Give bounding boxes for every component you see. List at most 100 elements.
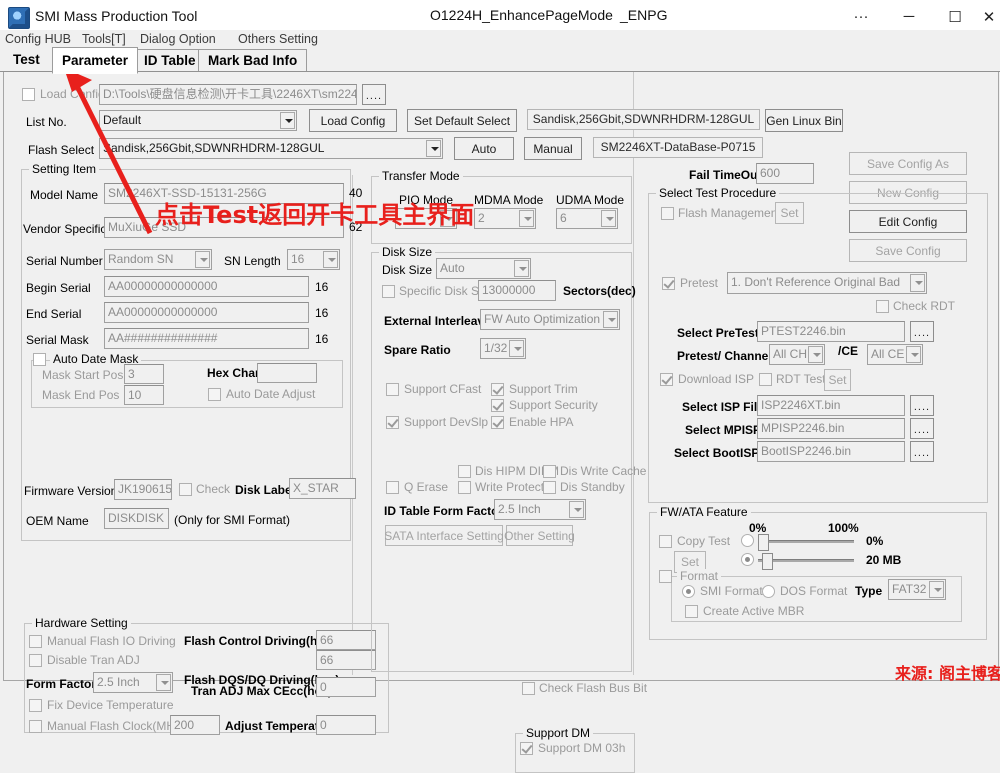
menu-item-others-setting[interactable]: Others Setting [238,32,318,46]
copy-test-radio-2[interactable] [741,553,754,566]
chevron-down-icon[interactable] [509,340,524,357]
tab-parameter[interactable]: Parameter [52,47,139,74]
enable-hpa-checkbox[interactable] [491,416,504,429]
select-pretest-browse-button[interactable]: .... [910,321,934,342]
chevron-down-icon[interactable] [426,140,441,157]
format-type-combo[interactable]: FAT32 [888,579,946,600]
pretest-combo[interactable]: 1. Don't Reference Original Bad [727,272,927,294]
id-table-form-factor-combo[interactable]: 2.5 Inch [494,499,586,520]
disable-tran-adj-checkbox[interactable] [29,654,42,667]
flash-management-set-button[interactable]: Set [775,202,804,224]
pretest-channel-combo[interactable]: All CH [769,344,825,365]
chevron-down-icon[interactable] [280,112,295,129]
manual-flash-io-driving-checkbox[interactable] [29,635,42,648]
auto-date-mask-checkbox[interactable] [33,353,46,366]
rdt-test-checkbox[interactable] [759,373,772,386]
select-bootisp-field[interactable]: BootISP2246.bin [757,441,905,462]
external-interleave-combo[interactable]: FW Auto Optimization [480,309,620,330]
serial-number-combo[interactable]: Random SN [104,249,212,270]
support-security-checkbox[interactable] [491,399,504,412]
sata-interface-setting-button[interactable]: SATA Interface Setting [384,525,504,546]
tab-test[interactable]: Test [4,49,49,72]
q-erase-checkbox[interactable] [386,481,399,494]
begin-serial-field[interactable]: AA00000000000000 [104,276,309,297]
chevron-down-icon[interactable] [569,501,584,518]
set-default-select-button[interactable]: Set Default Select [407,109,517,132]
minimize-button[interactable]: ─ [886,0,932,33]
select-pretest-field[interactable]: PTEST2246.bin [757,321,905,342]
rdt-set-button[interactable]: Set [824,369,851,391]
flash-control-driving-field[interactable]: 66 [316,630,376,650]
firmware-check-checkbox[interactable] [179,483,192,496]
write-protect-checkbox[interactable] [458,481,471,494]
mask-start-pos-field[interactable]: 3 [124,364,164,384]
load-config-as-path-field[interactable]: D:\Tools\硬盘信息检测\开卡工具\2246XT\sm2246X [99,84,357,105]
chevron-down-icon[interactable] [910,274,925,292]
flash-dqs-dq-driving-field[interactable]: 66 [316,650,376,670]
hex-char-field[interactable] [257,363,317,383]
select-isp-file-field[interactable]: ISP2246XT.bin [757,395,905,416]
dos-format-radio[interactable] [762,585,775,598]
select-mpisp-field[interactable]: MPISP2246.bin [757,418,905,439]
sn-length-combo[interactable]: 16 [287,249,340,270]
create-active-mbr-checkbox[interactable] [685,605,698,618]
check-rdt-checkbox[interactable] [876,300,889,313]
copy-test-slider-2[interactable] [758,552,854,570]
support-trim-checkbox[interactable] [491,383,504,396]
auto-date-adjust-checkbox[interactable] [208,388,221,401]
more-options-button[interactable]: ··· [838,0,884,33]
gen-linux-bin-button[interactable]: Gen Linux Bin [765,109,843,132]
support-dm-03h-checkbox[interactable] [520,742,533,755]
udma-mode-combo[interactable]: 6 [556,208,618,229]
dis-write-cache-checkbox[interactable] [543,465,556,478]
flash-select-combo[interactable]: Sandisk,256Gbit,SDWNRHDRM-128GUL [99,138,443,159]
manual-button[interactable]: Manual [524,137,582,160]
load-config-as-checkbox[interactable] [22,88,35,101]
specific-disk-size-field[interactable]: 13000000 [478,280,556,301]
check-flash-bus-bit-checkbox[interactable] [522,682,535,695]
serial-mask-field[interactable]: AA############## [104,328,309,349]
select-isp-file-browse-button[interactable]: .... [910,395,934,416]
manual-flash-clock-checkbox[interactable] [29,720,42,733]
maximize-button[interactable]: ☐ [932,0,978,33]
fix-device-temperature-checkbox[interactable] [29,699,42,712]
fail-timeout-field[interactable]: 600 [756,163,814,184]
firmware-version-field[interactable]: JK190615 [114,479,172,500]
close-button[interactable]: ✕ [978,0,1000,33]
copy-test-slider-1[interactable] [758,533,854,551]
ce-combo[interactable]: All CE [867,344,923,365]
flash-management-checkbox[interactable] [661,207,674,220]
mask-end-pos-field[interactable]: 10 [124,385,164,405]
slider-thumb[interactable] [758,534,769,551]
chevron-down-icon[interactable] [601,210,616,227]
tab-id-table[interactable]: ID Table [134,49,206,73]
pretest-checkbox[interactable] [662,277,675,290]
disk-size-combo[interactable]: Auto [436,258,531,279]
save-config-as-button[interactable]: Save Config As [849,152,967,175]
oem-name-field[interactable]: DISKDISK [104,508,169,529]
manual-flash-clock-field[interactable]: 200 [170,715,220,735]
mdma-mode-combo[interactable]: 2 [474,208,536,229]
menu-item-config-hub[interactable]: Config HUB [5,32,71,46]
chevron-down-icon[interactable] [808,346,823,363]
copy-test-radio[interactable] [741,534,754,547]
chevron-down-icon[interactable] [906,346,921,363]
tab-mark-bad-info[interactable]: Mark Bad Info [198,49,308,73]
load-config-as-browse-button[interactable]: .... [362,84,386,105]
support-devslp-checkbox[interactable] [386,416,399,429]
adjust-temperature-field[interactable]: 0 [316,715,376,735]
format-checkbox[interactable] [659,570,672,583]
specific-disk-size-checkbox[interactable] [382,285,395,298]
menu-item-dialog-option[interactable]: Dialog Option [140,32,216,46]
chevron-down-icon[interactable] [323,251,338,268]
dis-hipm-dipm-checkbox[interactable] [458,465,471,478]
slider-thumb[interactable] [762,553,773,570]
disk-label-field[interactable]: X_STAR [289,478,356,499]
end-serial-field[interactable]: AA00000000000000 [104,302,309,323]
chevron-down-icon[interactable] [929,581,944,598]
chevron-down-icon[interactable] [514,260,529,277]
chevron-down-icon[interactable] [519,210,534,227]
smi-format-radio[interactable] [682,585,695,598]
load-config-button[interactable]: Load Config [309,109,397,132]
tran-adj-max-cecc-field[interactable]: 0 [316,677,376,697]
